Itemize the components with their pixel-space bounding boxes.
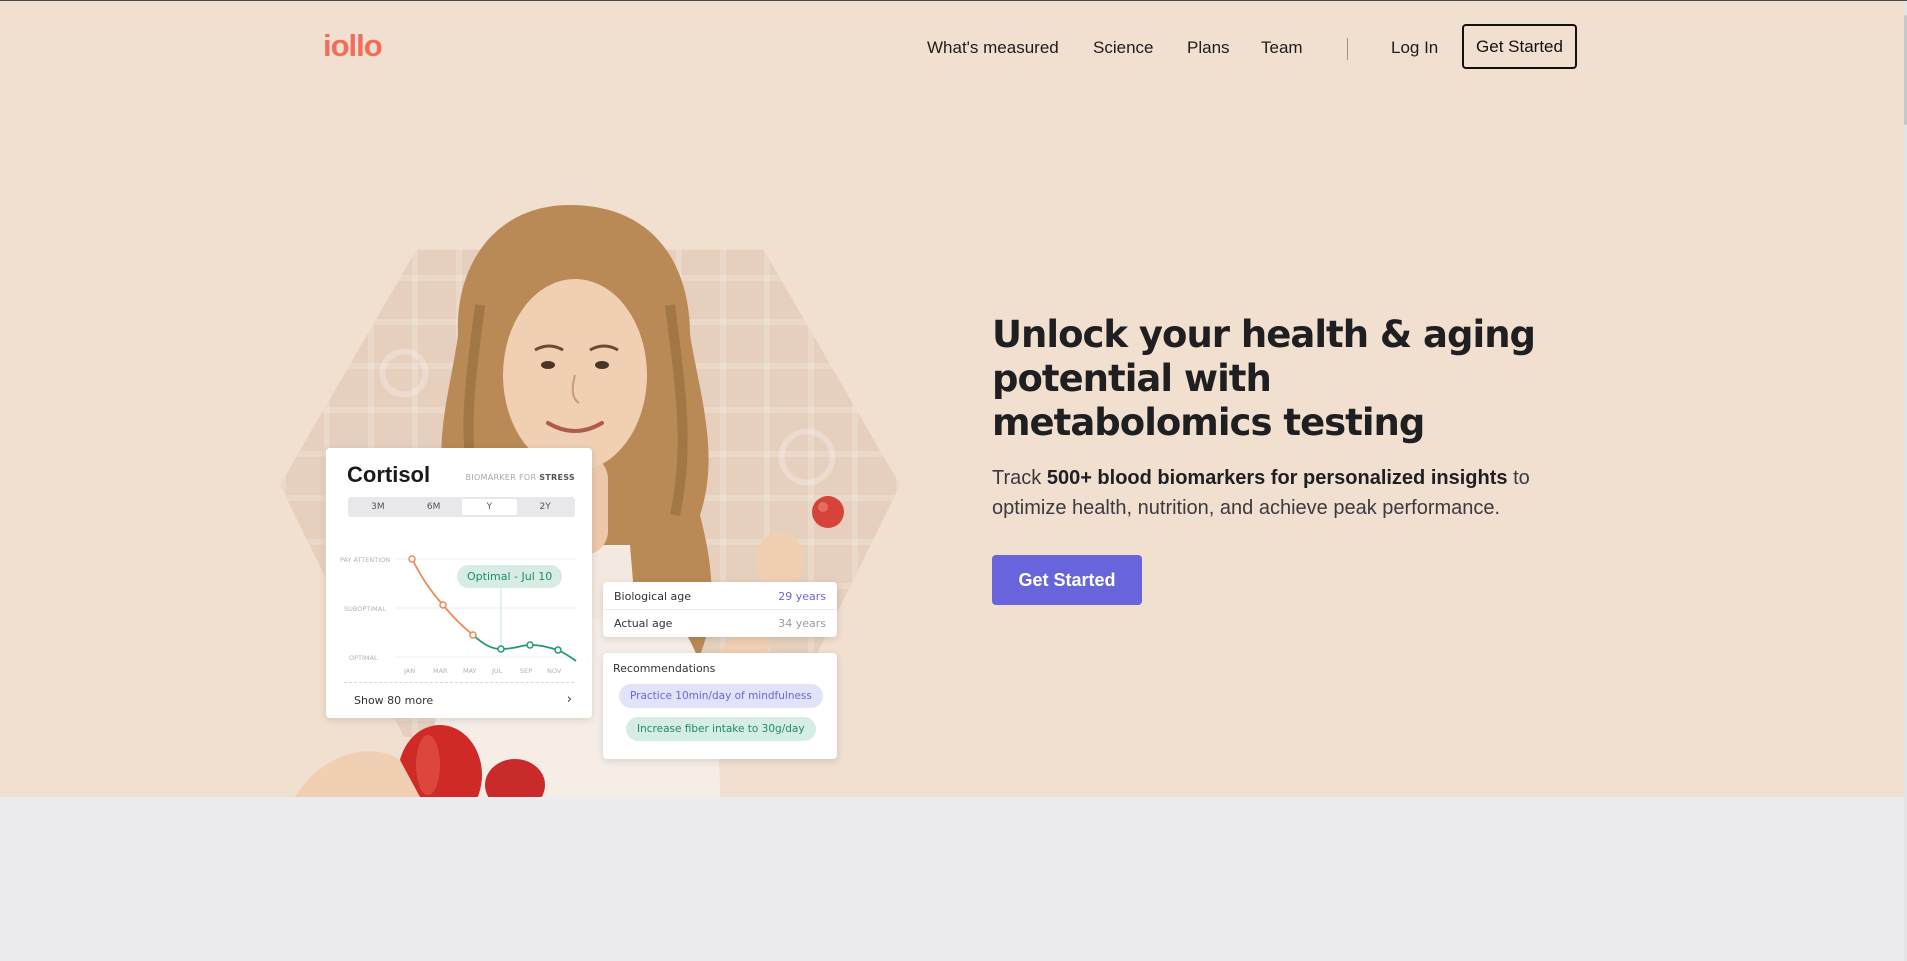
range-tab-y[interactable]: Y: [461, 499, 518, 515]
age-value: 34 years: [778, 617, 826, 630]
nav-whats-measured[interactable]: What's measured: [927, 38, 1059, 58]
chart-point[interactable]: [408, 555, 416, 563]
chevron-right-icon[interactable]: ›: [567, 692, 572, 707]
nav-plans[interactable]: Plans: [1187, 38, 1230, 58]
range-tabs: 3M 6M Y 2Y: [348, 497, 575, 517]
login-link[interactable]: Log In: [1391, 38, 1438, 58]
month-label: SEP: [520, 667, 532, 675]
hero-headline: Unlock your health & aging potential wit…: [992, 313, 1536, 444]
recommendation-pill[interactable]: Practice 10min/day of mindfulness: [619, 684, 823, 708]
age-label: Actual age: [614, 617, 673, 630]
subtext-pre: Track: [992, 467, 1047, 489]
optimal-callout: Optimal - Jul 10: [457, 565, 563, 588]
logo[interactable]: iollo: [323, 28, 383, 64]
zone-label-attention: PAY ATTENTION: [340, 556, 390, 564]
range-tab-3m[interactable]: 3M: [350, 499, 406, 515]
nav-science[interactable]: Science: [1093, 38, 1153, 58]
subtext-bold: 500+ blood biomarkers for personalized i…: [1046, 467, 1508, 489]
biological-age-row: Biological age 29 years: [614, 590, 826, 603]
chart-point[interactable]: [439, 601, 447, 609]
age-divider: [603, 609, 837, 610]
recommendations-title: Recommendations: [613, 662, 716, 675]
show-more-link[interactable]: Show 80 more: [354, 694, 433, 707]
month-label: NOV: [547, 667, 562, 675]
actual-age-row: Actual age 34 years: [614, 617, 826, 630]
biomarker-title: Cortisol: [347, 462, 431, 487]
card-divider: [344, 682, 574, 683]
range-tab-6m[interactable]: 6M: [406, 499, 462, 515]
header-get-started-button[interactable]: Get Started: [1462, 24, 1577, 69]
biomarker-subtitle-prefix: BIOMARKER FOR: [465, 473, 540, 482]
nav-team[interactable]: Team: [1261, 38, 1303, 58]
month-label: MAR: [433, 667, 448, 675]
chart-point[interactable]: [469, 631, 477, 639]
recommendation-pill[interactable]: Increase fiber intake to 30g/day: [626, 717, 816, 741]
zone-label-suboptimal: SUBOPTIMAL: [344, 605, 386, 613]
range-tab-2y[interactable]: 2Y: [517, 499, 573, 515]
month-label: JAN: [403, 667, 415, 675]
month-label: MAY: [463, 667, 477, 675]
biomarker-card: Cortisol BIOMARKER FOR STRESS 3M 6M Y 2Y…: [326, 448, 592, 718]
age-card: Biological age 29 years Actual age 34 ye…: [603, 582, 837, 637]
biomarker-chart: PAY ATTENTION SUBOPTIMAL OPTIMAL JAN MAR…: [340, 555, 577, 675]
chart-point[interactable]: [554, 646, 562, 654]
age-value: 29 years: [778, 590, 826, 603]
zone-label-optimal: OPTIMAL: [349, 654, 378, 662]
hero-get-started-button[interactable]: Get Started: [992, 555, 1142, 605]
age-label: Biological age: [614, 590, 691, 603]
hero-subtext: Track 500+ blood biomarkers for personal…: [992, 463, 1592, 523]
month-label: JUL: [491, 667, 503, 675]
nav-divider: [1347, 38, 1348, 60]
recommendations-card: Recommendations Practice 10min/day of mi…: [603, 653, 837, 759]
biomarker-subtitle: BIOMARKER FOR STRESS: [466, 473, 576, 482]
chart-point[interactable]: [497, 645, 505, 653]
biomarker-subtitle-emphasis: STRESS: [539, 473, 575, 482]
chart-point[interactable]: [526, 641, 534, 649]
